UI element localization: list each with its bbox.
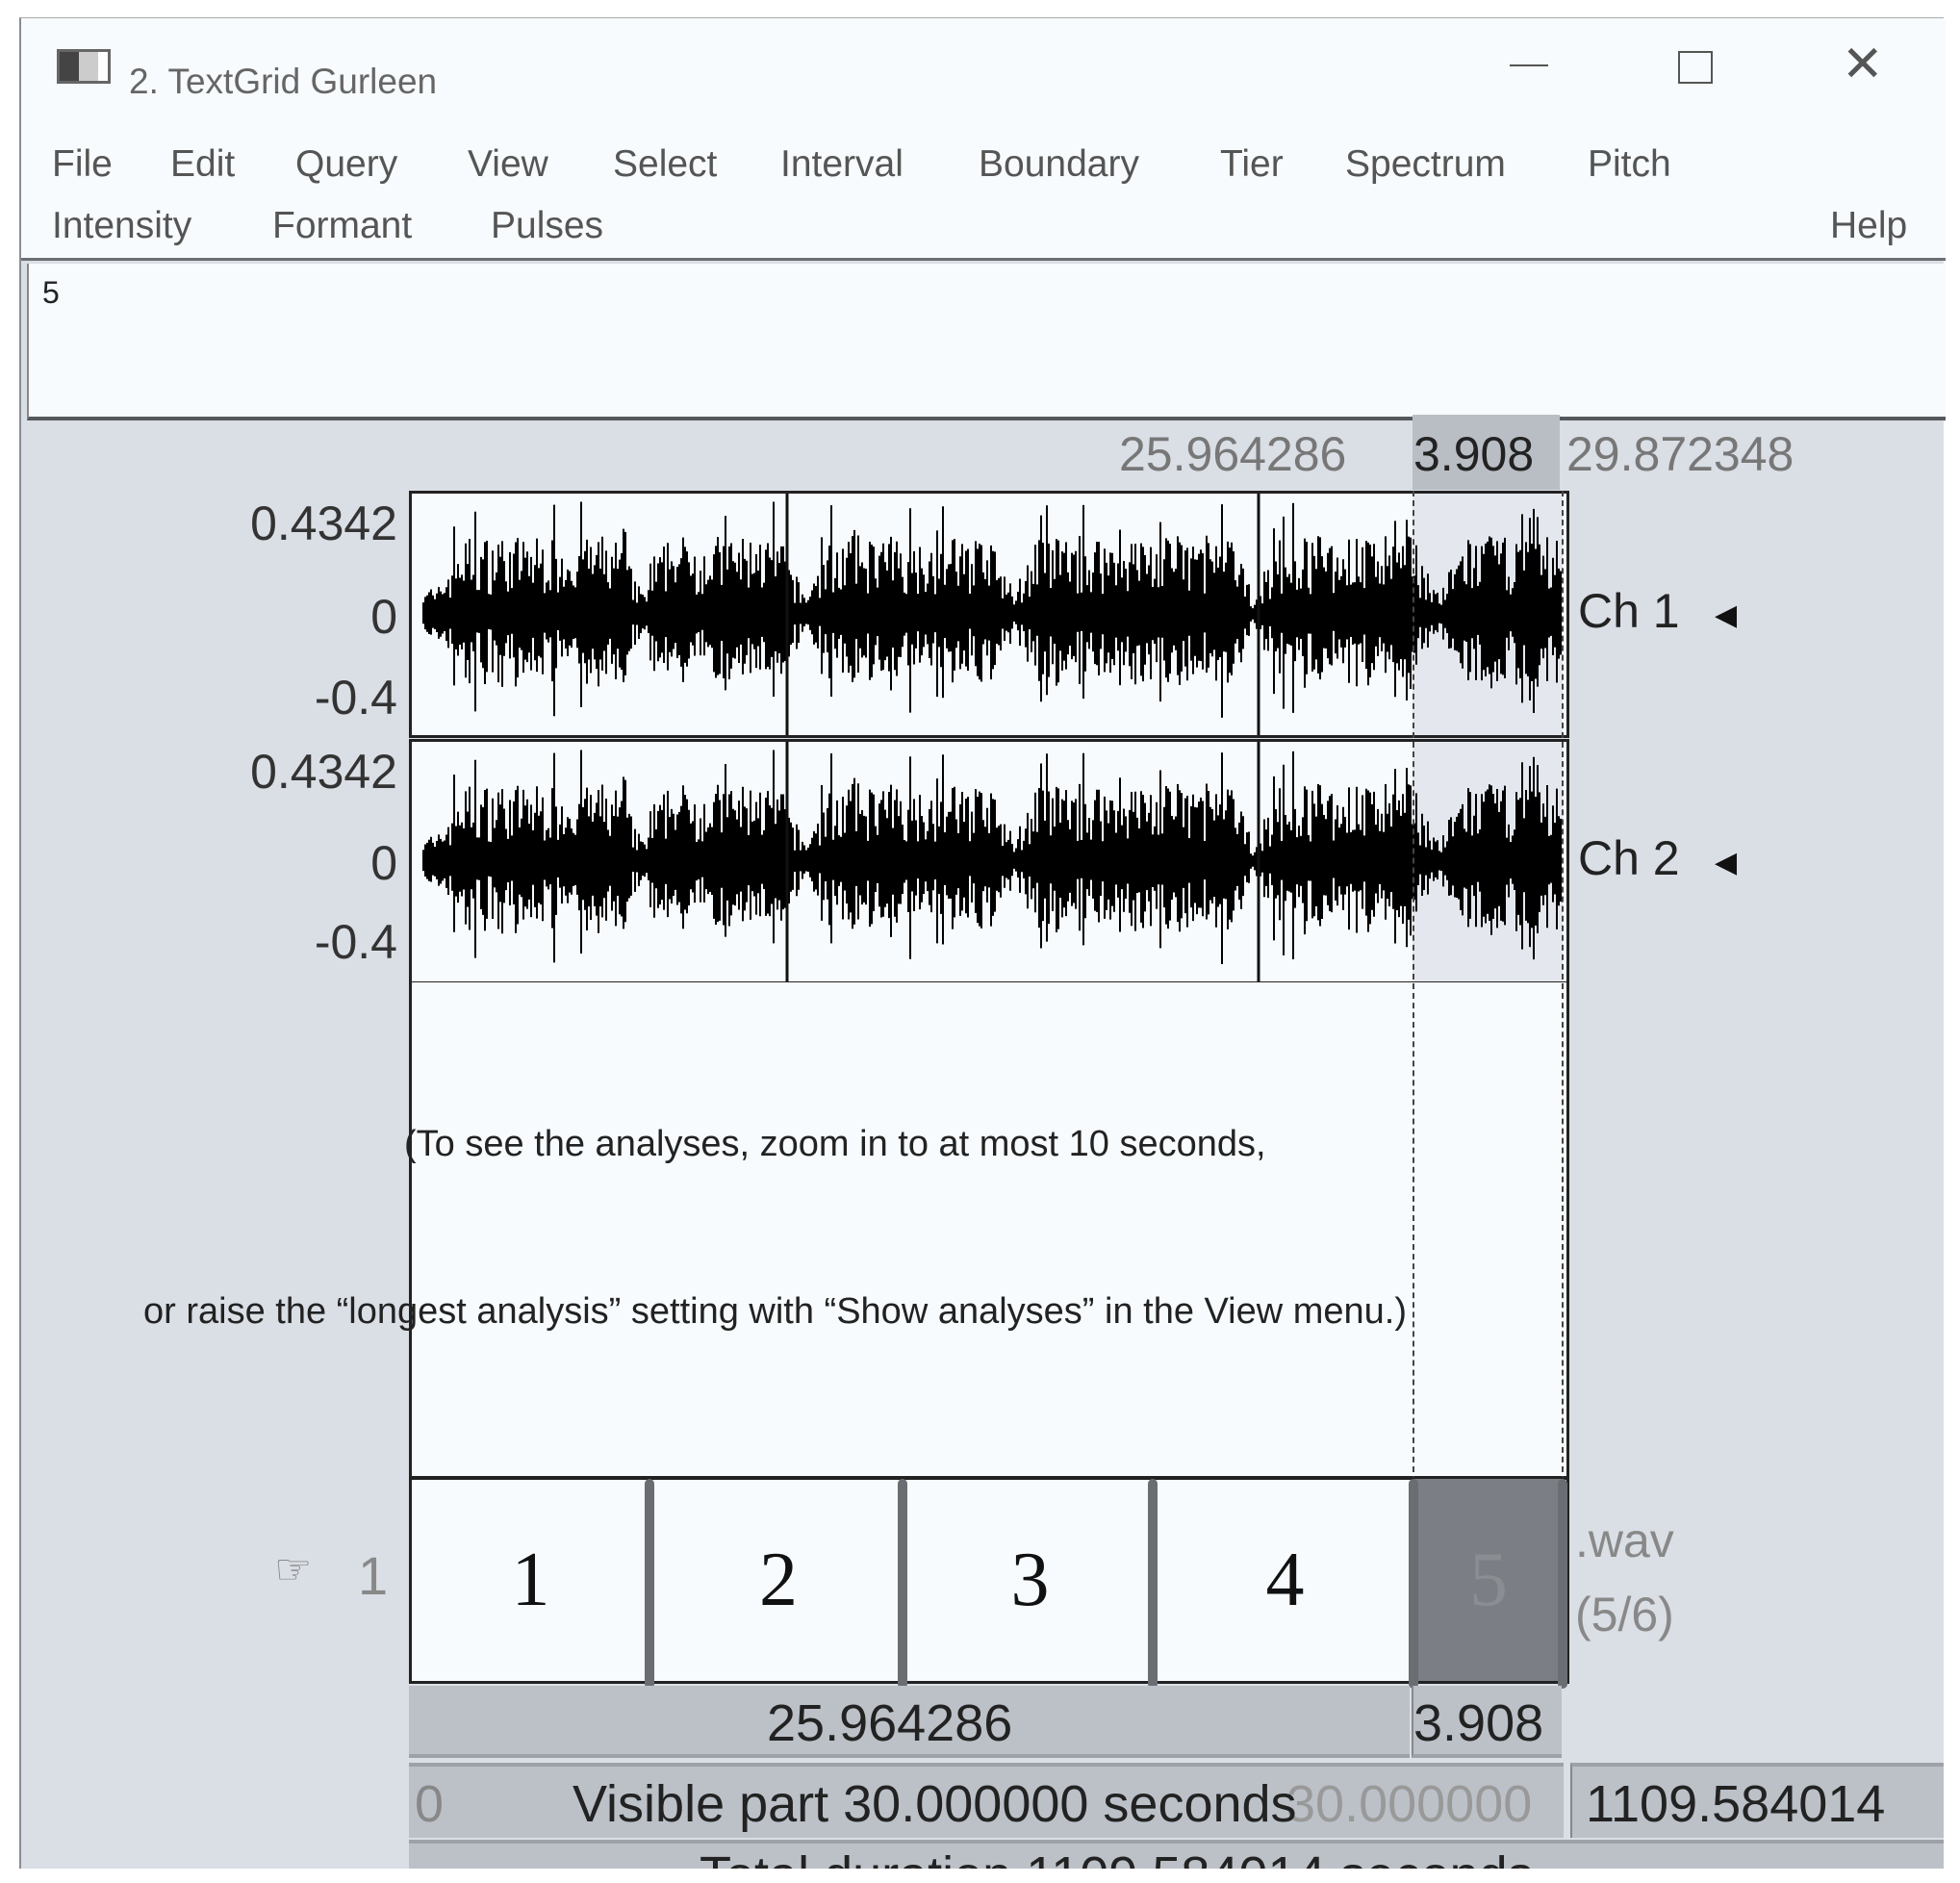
waveform-trace — [422, 750, 1562, 964]
total-end: 1109.584014 — [1586, 1775, 1886, 1833]
menu-bar: File Edit Query View Select Interval Bou… — [21, 115, 1946, 261]
interval-2[interactable]: 2 — [654, 1479, 903, 1681]
ch2-speaker-icon[interactable]: ◀ — [1715, 846, 1737, 879]
maximize-icon[interactable] — [1678, 51, 1713, 84]
menu-edit[interactable]: Edit — [170, 143, 235, 186]
boundary[interactable] — [898, 1479, 907, 1689]
selection-start-cursor — [1413, 491, 1414, 1482]
window-start-time: 25.964286 — [1119, 427, 1347, 481]
waveform-ch1-plot — [422, 494, 1563, 735]
visible-start: 0 — [415, 1775, 445, 1833]
visible-end: 30.000000 — [1286, 1775, 1533, 1833]
ch2-label: Ch 2 — [1578, 831, 1680, 885]
hand-pointer-icon: ☞ — [274, 1546, 313, 1593]
menu-query[interactable]: Query — [295, 143, 397, 186]
left-duration: 25.964286 — [767, 1694, 1013, 1752]
waveform-trace — [422, 501, 1562, 718]
menu-tier[interactable]: Tier — [1220, 143, 1284, 186]
total-duration: Total duration 1109.584014 seconds — [700, 1845, 1534, 1869]
waveform-ch1[interactable] — [409, 491, 1569, 738]
menu-interval[interactable]: Interval — [780, 143, 904, 186]
analysis-area[interactable] — [409, 982, 1569, 1479]
interval-4[interactable]: 4 — [1158, 1479, 1413, 1681]
visible-part-label: Visible part 30.000000 seconds — [573, 1775, 1297, 1833]
interval-5-selected[interactable]: 5 — [1414, 1479, 1563, 1681]
selection-duration-top: 3.908 — [1413, 427, 1535, 481]
ch1-zero-label: 0 — [370, 590, 397, 644]
menu-file[interactable]: File — [52, 143, 113, 186]
tier-count: (5/6) — [1575, 1588, 1674, 1641]
tier-name: .wav — [1575, 1514, 1674, 1567]
menu-pulses[interactable]: Pulses — [491, 205, 603, 247]
ch1-max-label: 0.4342 — [250, 496, 397, 550]
analysis-message-line1: (To see the analyses, zoom in to at most… — [404, 1124, 1266, 1164]
interval-text-field[interactable]: 5 — [27, 264, 1946, 420]
interval-1[interactable]: 1 — [412, 1479, 649, 1681]
left-duration-button[interactable]: 25.964286 — [409, 1686, 1410, 1758]
tier-number: 1 — [358, 1545, 389, 1606]
total-end-button[interactable]: 1109.584014 — [1570, 1763, 1944, 1838]
interval-3[interactable]: 3 — [907, 1479, 1153, 1681]
boundary[interactable] — [1148, 1479, 1158, 1689]
ch1-min-label: -0.4 — [314, 671, 397, 725]
menu-select[interactable]: Select — [613, 143, 717, 186]
menu-spectrum[interactable]: Spectrum — [1345, 143, 1506, 186]
ch2-zero-label: 0 — [370, 836, 397, 890]
app-icon — [57, 49, 111, 84]
visible-part-button[interactable]: 0 30.000000 Visible part 30.000000 secon… — [409, 1763, 1564, 1838]
ch2-max-label: 0.4342 — [250, 745, 397, 799]
total-duration-button[interactable]: Total duration 1109.584014 seconds — [409, 1840, 1944, 1869]
selection-end-cursor — [1562, 491, 1564, 1482]
selection-duration: 3.908 — [1413, 1694, 1544, 1752]
menu-help[interactable]: Help — [1830, 205, 1907, 247]
waveform-ch2-plot — [422, 742, 1563, 981]
window-title: 2. TextGrid Gurleen — [129, 62, 438, 101]
menu-pitch[interactable]: Pitch — [1588, 143, 1671, 186]
ch2-min-label: -0.4 — [314, 915, 397, 969]
boundary[interactable] — [645, 1479, 654, 1689]
minimize-icon[interactable] — [1510, 64, 1548, 66]
ch1-label: Ch 1 — [1578, 584, 1680, 638]
menu-intensity[interactable]: Intensity — [52, 205, 191, 247]
menu-formant[interactable]: Formant — [272, 205, 412, 247]
analysis-message-line2: or raise the “longest analysis” setting … — [143, 1291, 1408, 1332]
menu-boundary[interactable]: Boundary — [979, 143, 1139, 186]
interval-text-value: 5 — [42, 275, 60, 310]
selection-end-time: 29.872348 — [1566, 427, 1795, 481]
close-icon[interactable]: ✕ — [1842, 39, 1884, 89]
waveform-ch2[interactable] — [409, 739, 1569, 984]
title-bar: 2. TextGrid Gurleen ✕ — [21, 18, 1946, 115]
ch1-speaker-icon[interactable]: ◀ — [1715, 598, 1737, 632]
screen-bottom-edge — [0, 1869, 1960, 1883]
boundary[interactable] — [1558, 1479, 1567, 1689]
menu-view[interactable]: View — [468, 143, 548, 186]
selection-duration-button[interactable]: 3.908 — [1412, 1686, 1562, 1758]
boundary[interactable] — [1409, 1479, 1418, 1689]
